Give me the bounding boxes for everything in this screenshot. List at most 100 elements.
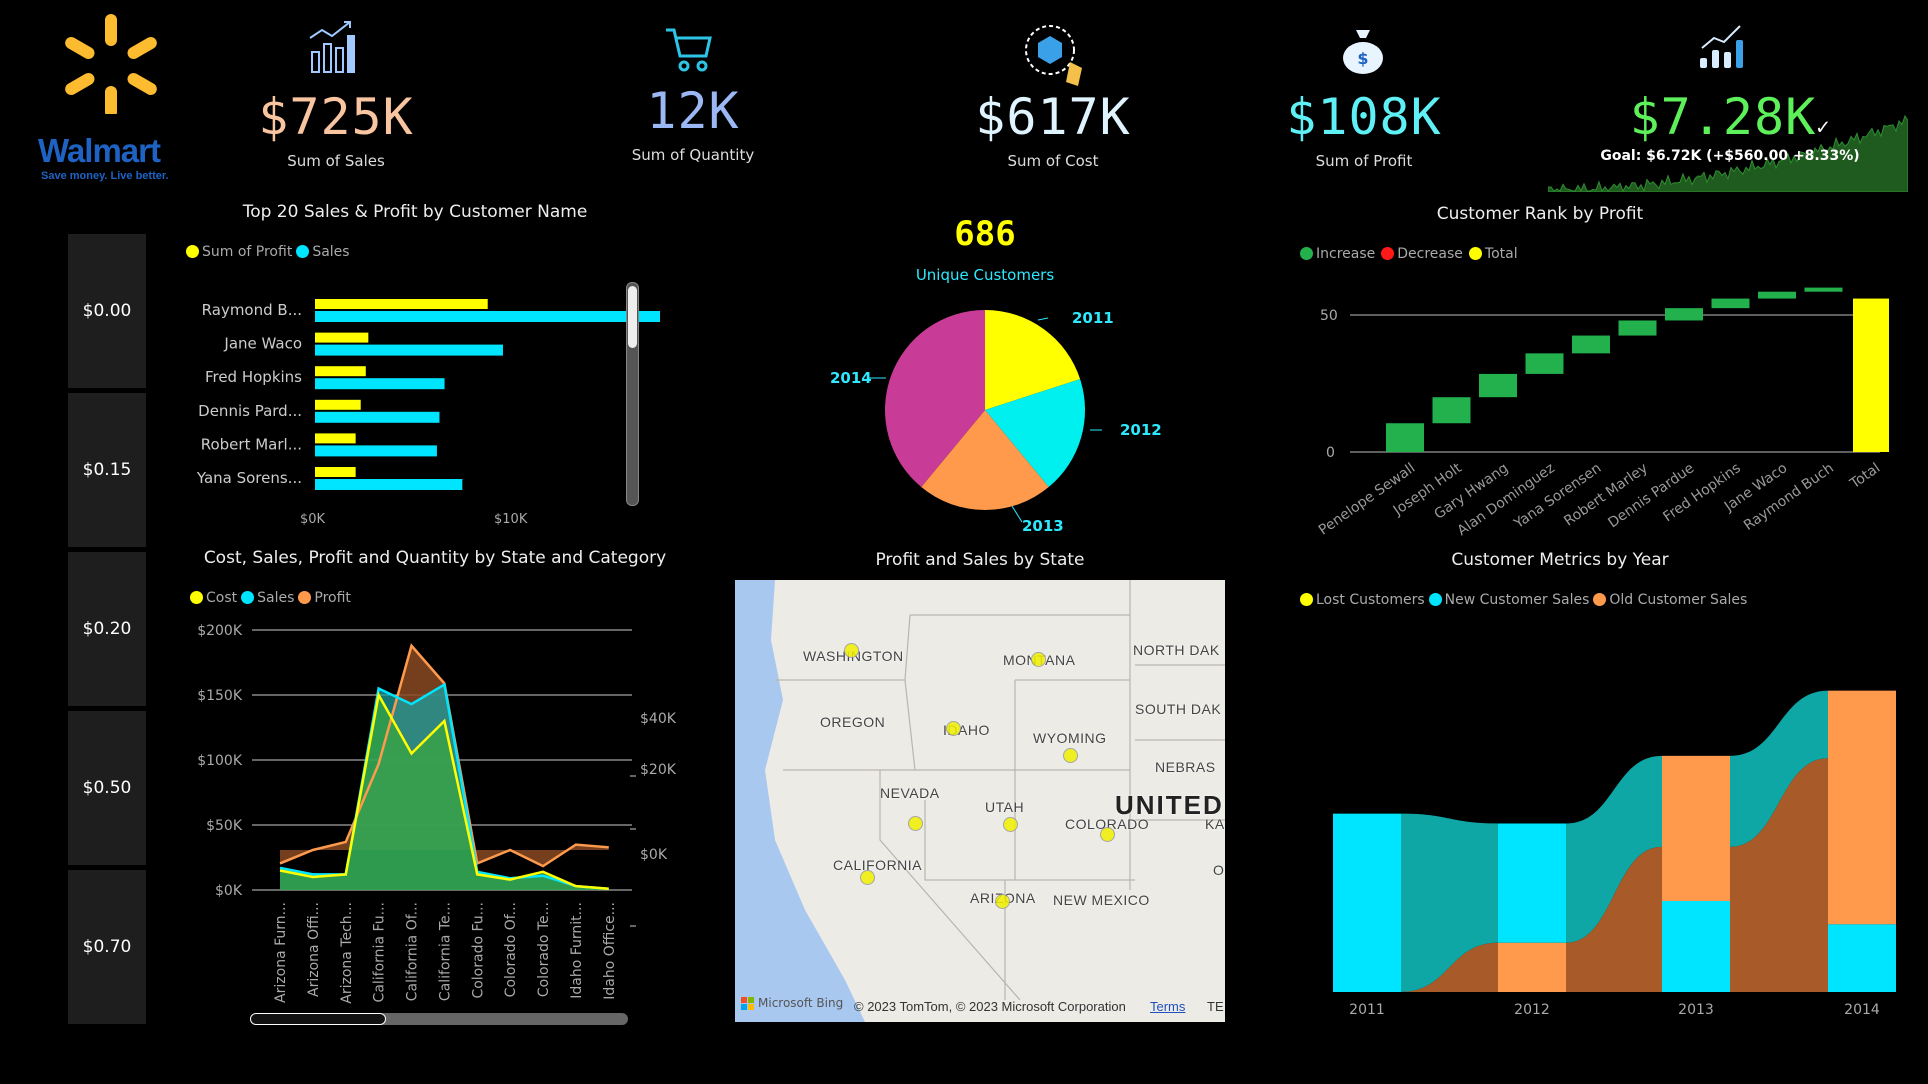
- legend-item: Lost Customers: [1300, 592, 1425, 608]
- map-data-point[interactable]: [860, 870, 875, 885]
- increase-bar: [1665, 308, 1703, 321]
- top20-scroll-thumb[interactable]: [628, 286, 637, 348]
- slicer-item[interactable]: $0.50: [68, 711, 146, 865]
- new-customer-sales-bar: [1498, 823, 1566, 943]
- customer-rank-chart: 500Penelope SewallJoseph HoltGary HwangA…: [1316, 287, 1889, 539]
- cost-tag-icon: [1025, 25, 1082, 86]
- old-customer-sales-bar: [1662, 755, 1730, 901]
- map-title: Profit and Sales by State: [875, 550, 1085, 570]
- kpi-profit-label: Sum of Profit: [1315, 152, 1413, 170]
- y-left-tick: $100K: [197, 753, 243, 769]
- sales-bar: [315, 479, 463, 490]
- increase-bar: [1572, 335, 1610, 354]
- sales-bar: [315, 344, 503, 356]
- map-data-point[interactable]: [995, 894, 1010, 909]
- microsoft-logo-icon: [741, 996, 754, 1010]
- slicer-item[interactable]: $0.70: [68, 870, 146, 1024]
- slicer-item[interactable]: $0.15: [68, 393, 146, 547]
- map-data-point[interactable]: [1031, 652, 1046, 667]
- map-data-point[interactable]: [908, 816, 923, 831]
- top20-category-label: Jane Waco: [223, 335, 302, 353]
- y-right-tick: $20K: [640, 762, 677, 778]
- new-customer-sales-bar: [1333, 813, 1401, 992]
- map-state-label: NEBRAS: [1155, 759, 1216, 775]
- map-data-point[interactable]: [1100, 827, 1115, 842]
- map-state-label: OREGON: [820, 714, 886, 730]
- map-provider-label: Microsoft Bing: [758, 996, 844, 1010]
- kpi-goal-amount: $7.28K: [1629, 88, 1817, 146]
- top20-category-label: Fred Hopkins: [205, 368, 302, 386]
- state-category-scroll-thumb[interactable]: [250, 1013, 386, 1025]
- sales-bar: [315, 411, 440, 423]
- map-state-label: NORTH DAK: [1133, 642, 1220, 658]
- map-data-point[interactable]: [844, 643, 859, 658]
- legend-item: Total: [1468, 246, 1518, 262]
- map-data-point[interactable]: [1003, 817, 1018, 832]
- legend-label: Sales: [312, 244, 350, 260]
- old-customer-sales-bar: [1828, 690, 1896, 925]
- profit-bar: [315, 399, 361, 410]
- x-tick-label: Colorado Fu...: [470, 902, 486, 999]
- pie-leader-line: [1037, 317, 1049, 321]
- walmart-logo: Walmart Save money. Live better.: [36, 14, 186, 184]
- map-data-point[interactable]: [1063, 748, 1078, 763]
- legend-label: Decrease: [1397, 246, 1463, 262]
- map-state-label: UTAH: [985, 799, 1025, 815]
- top20-category-label: Dennis Pard...: [198, 402, 302, 420]
- x-tick-label: Colorado Of...: [503, 902, 519, 997]
- legend-item: Increase: [1300, 246, 1375, 262]
- y-tick-label: 50: [1320, 308, 1338, 324]
- legend-label: Increase: [1316, 246, 1376, 262]
- map-edge-label: TE: [1207, 999, 1224, 1014]
- walmart-tagline: Save money. Live better.: [41, 170, 169, 182]
- top20-category-label: Raymond B...: [202, 301, 302, 319]
- unique-customers-label: Unique Customers: [915, 266, 1055, 284]
- customer-rank-legend: Increase Decrease Total: [1300, 246, 1518, 262]
- state-category-title: Cost, Sales, Profit and Quantity by Stat…: [203, 548, 667, 568]
- increase-bar: [1386, 423, 1424, 452]
- walmart-spark-icon: [65, 14, 157, 114]
- map-terms-link[interactable]: Terms: [1150, 999, 1185, 1014]
- map-state-label: NEVADA: [880, 785, 940, 801]
- customer-metrics-legend: Lost Customers New Customer Sales Old Cu…: [1300, 592, 1747, 608]
- y-left-tick: $0K: [215, 883, 243, 899]
- kpi-sales-value: $725K: [258, 88, 414, 146]
- legend-label: Sales: [257, 590, 295, 606]
- kpi-goal-label: Goal: $6.72K (+$560.00 +8.33%): [1600, 148, 1860, 164]
- kpi-quantity-label: Sum of Quantity: [631, 146, 755, 164]
- profit-bar: [315, 299, 488, 309]
- map-state-label: WYOMING: [1033, 730, 1107, 746]
- slicer-item[interactable]: $0.20: [68, 552, 146, 706]
- map-data-point[interactable]: [946, 721, 961, 736]
- profit-bar: [315, 366, 366, 377]
- increase-bar: [1711, 298, 1750, 309]
- kpi-profit-value: $108K: [1286, 88, 1442, 146]
- legend-label: Old Customer Sales: [1609, 592, 1748, 608]
- state-map[interactable]: WASHINGTONMONTANANORTH DAKOREGONIDAHOWYO…: [735, 580, 1225, 1022]
- pie-label: 2013: [1022, 517, 1064, 535]
- x-tick-label: California Fu...: [372, 902, 388, 1002]
- top20-title: Top 20 Sales & Profit by Customer Name: [242, 202, 588, 222]
- map-state-label: O: [1213, 862, 1225, 878]
- x-tick-label: Arizona Tech...: [339, 902, 355, 1004]
- customer-metrics-title: Customer Metrics by Year: [1451, 550, 1669, 570]
- y-left-tick: $50K: [206, 818, 243, 834]
- slicer-item[interactable]: $0.00: [68, 234, 146, 388]
- customer-rank-title: Customer Rank by Profit: [1436, 204, 1644, 224]
- walmart-wordmark: Walmart: [38, 132, 161, 169]
- y-left-tick: $200K: [197, 623, 243, 639]
- sales-bar: [315, 445, 437, 457]
- legend-label: Profit: [314, 590, 351, 606]
- legend-label: Total: [1484, 246, 1518, 262]
- state-category-chart: $200K $150K $100K $50K $0K $40K $20K $0K Arizona…: [197, 623, 677, 1004]
- pie-leader-line: [1011, 505, 1023, 523]
- map-attribution: © 2023 TomTom, © 2023 Microsoft Corporat…: [854, 999, 1126, 1014]
- top20-chart: Raymond B... Jane Waco Fred Hopkins Dennis …: [196, 299, 660, 490]
- svg-text:$: $: [1357, 49, 1368, 68]
- bar-chart-icon: [309, 21, 355, 73]
- legend-item: Profit: [298, 590, 351, 606]
- legend-item: Old Customer Sales: [1593, 592, 1747, 608]
- increase-bar: [1479, 373, 1517, 398]
- map-state-label: CALIFORNIA: [833, 857, 923, 873]
- shopping-cart-icon: [666, 28, 712, 72]
